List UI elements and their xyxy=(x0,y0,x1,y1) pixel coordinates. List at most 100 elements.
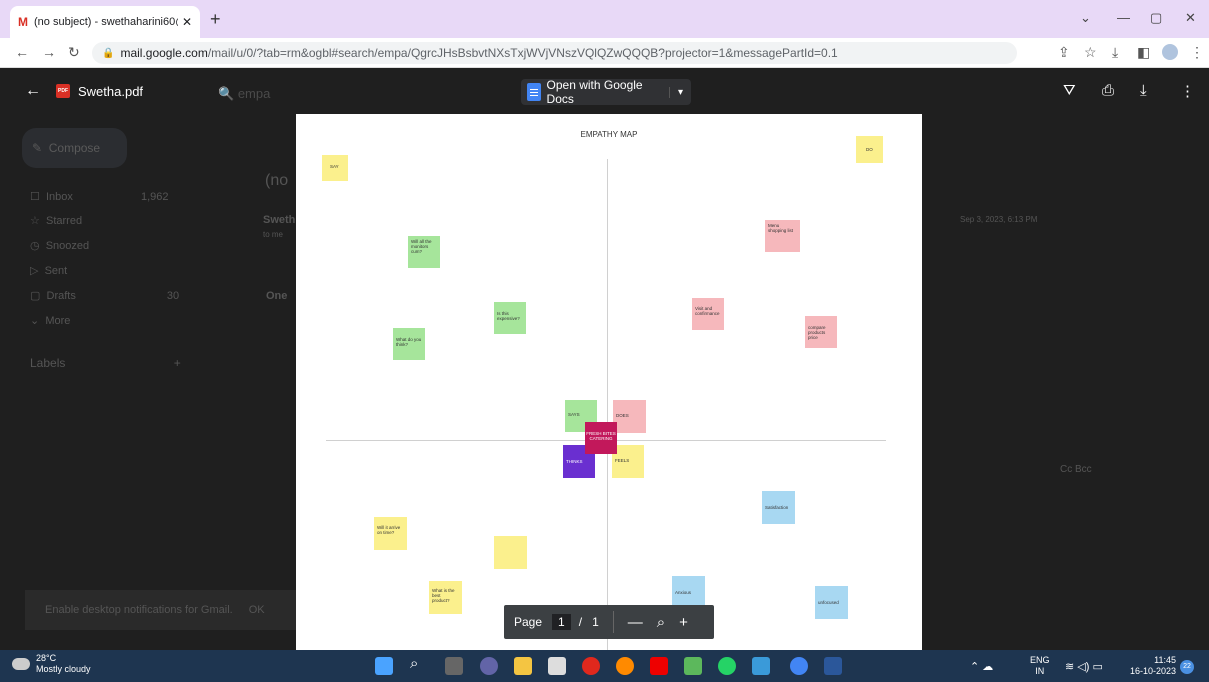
sticky-do: DO xyxy=(856,136,883,163)
sidebar-item-sent[interactable]: ▷ Sent xyxy=(30,264,67,277)
more-options-icon[interactable]: ⋮ xyxy=(1180,82,1195,100)
open-with-docs-button[interactable]: Open with Google Docs ▾ xyxy=(521,78,691,106)
vertical-axis xyxy=(607,159,608,650)
chevron-down-icon[interactable]: ⌄ xyxy=(1080,10,1091,26)
menu-icon[interactable]: ⋮ xyxy=(1190,44,1204,61)
snoozed-label: Snoozed xyxy=(45,240,90,252)
sticky-visit: Visit and confirmance xyxy=(692,298,724,330)
clock[interactable]: 11:45 16-10-2023 xyxy=(1128,655,1176,677)
taskbar: 28°C Mostly cloudy ⌕ ⌃ ☁ ENG IN ≋ ◁) ▭ 11… xyxy=(0,650,1209,682)
sticky-best: What is the best product? xyxy=(429,581,462,614)
more-label: More xyxy=(45,315,71,327)
compose-button[interactable]: ✎ Compose xyxy=(22,128,127,168)
temperature: 28°C xyxy=(36,653,57,663)
add-to-drive-icon[interactable]: ⛛ xyxy=(1063,82,1076,99)
to-me: to me xyxy=(263,230,284,239)
sticky-compare: compare products price xyxy=(805,316,837,348)
whatsapp-icon[interactable] xyxy=(718,657,736,675)
url-path: /mail/u/0/?tab=rm&ogbl#search/empa/QgrcJ… xyxy=(207,46,838,60)
profile-avatar[interactable] xyxy=(1162,44,1178,60)
language-indicator[interactable]: ENG IN xyxy=(1030,655,1050,677)
weather-text: Mostly cloudy xyxy=(36,664,91,674)
youtube-icon[interactable] xyxy=(650,657,668,675)
notification-text: Enable desktop notifications for Gmail. xyxy=(45,604,233,616)
sticky-does: DOES xyxy=(613,400,646,433)
compose-label: Compose xyxy=(48,141,101,155)
minimize-icon[interactable]: — xyxy=(1117,10,1130,25)
opera-icon[interactable] xyxy=(582,657,600,675)
reload-icon[interactable]: ↻ xyxy=(68,44,80,61)
sent-label: Sent xyxy=(44,265,68,277)
zoom-icon[interactable]: ⌕ xyxy=(657,614,665,631)
search-query: empa xyxy=(237,86,271,101)
url-field[interactable]: 🔒 mail.google.com/mail/u/0/?tab=rm&ogbl#… xyxy=(92,42,1017,64)
add-label-icon[interactable]: + xyxy=(174,356,181,370)
firefox-icon[interactable] xyxy=(616,657,634,675)
restore-icon[interactable]: ▢ xyxy=(1150,10,1162,26)
tab-strip: M (no subject) - swethaharini60@g ✕ + ⌄ … xyxy=(0,0,1209,38)
sticky-say: SAY xyxy=(322,155,348,181)
photos-icon[interactable] xyxy=(752,657,770,675)
notif-ok-button[interactable]: OK xyxy=(249,604,265,616)
pdf-file-icon: PDF xyxy=(56,84,70,98)
one-fragment: One xyxy=(266,290,288,302)
sidebar-item-inbox[interactable]: ☐ Inbox 1,962 xyxy=(30,190,169,203)
date: 16-10-2023 xyxy=(1129,666,1176,676)
pdf-page: EMPATHY MAP SAY DO Will all the monitors… xyxy=(296,114,922,650)
file-explorer-icon[interactable] xyxy=(514,657,532,675)
side-panel-icon[interactable]: ◧ xyxy=(1137,44,1150,61)
sidebar-item-starred[interactable]: ☆ Starred xyxy=(30,214,82,227)
zoom-in-icon[interactable]: + xyxy=(679,614,688,631)
tray-icons[interactable]: ⌃ ☁ xyxy=(970,660,993,673)
forward-icon[interactable]: → xyxy=(42,44,56,60)
download-icon[interactable]: ⤓ xyxy=(1112,44,1118,61)
sender-fragment: Sweth xyxy=(263,214,296,226)
task-view-icon[interactable] xyxy=(445,657,463,675)
open-with-label: Open with Google Docs xyxy=(546,78,643,106)
sidebar-item-more[interactable]: ⌄ More xyxy=(30,314,70,327)
dropdown-arrow-icon[interactable]: ▾ xyxy=(668,86,691,98)
page-number-input[interactable]: 1 xyxy=(552,614,571,630)
download-pdf-icon[interactable]: ⤓ xyxy=(1140,82,1147,99)
notification-count-badge[interactable]: 22 xyxy=(1180,660,1194,674)
close-window-icon[interactable]: ✕ xyxy=(1185,10,1196,26)
sticky-monitors: Will all the monitors cum? xyxy=(408,236,440,268)
back-arrow-icon[interactable]: ← xyxy=(25,82,41,100)
notification-banner: Enable desktop notifications for Gmail. O… xyxy=(25,590,305,630)
time: 11:45 xyxy=(1154,655,1176,665)
word-icon[interactable] xyxy=(824,657,842,675)
labels-label: Labels xyxy=(30,356,66,370)
windows-start-icon[interactable] xyxy=(375,657,393,675)
store-icon[interactable] xyxy=(548,657,566,675)
page-total: 1 xyxy=(592,615,599,629)
star-icon[interactable]: ☆ xyxy=(1084,44,1097,61)
page-title: EMPATHY MAP xyxy=(580,130,638,139)
zoom-out-icon[interactable]: — xyxy=(628,614,643,631)
lock-icon: 🔒 xyxy=(102,47,115,59)
sidebar-item-drafts[interactable]: ▢ Drafts 30 xyxy=(30,289,179,302)
starred-label: Starred xyxy=(45,215,83,227)
page-control: Page 1 / 1 — ⌕ + xyxy=(504,605,714,639)
wifi-sound-battery-icons[interactable]: ≋ ◁) ▭ xyxy=(1065,660,1103,673)
address-bar: ← → ↻ 🔒 mail.google.com/mail/u/0/?tab=rm… xyxy=(0,38,1209,68)
sticky-expensive: Is this expensive? xyxy=(494,302,526,334)
browser-tab[interactable]: M (no subject) - swethaharini60@g ✕ xyxy=(10,6,200,38)
gmail-search-text: 🔍 empa xyxy=(218,86,271,101)
teams-icon[interactable] xyxy=(480,657,498,675)
app-icon[interactable] xyxy=(684,657,702,675)
close-tab-icon[interactable]: ✕ xyxy=(182,15,192,29)
sticky-satisfaction: Satisfaction xyxy=(762,491,795,524)
share-icon[interactable]: ⇪ xyxy=(1058,44,1070,61)
page-separator: / xyxy=(578,615,583,629)
google-docs-icon xyxy=(527,83,541,101)
back-icon[interactable]: ← xyxy=(15,44,29,60)
email-date: Sep 3, 2023, 6:13 PM xyxy=(960,215,1038,224)
chrome-icon[interactable] xyxy=(790,657,808,675)
search-icon[interactable]: ⌕ xyxy=(410,655,428,673)
print-icon[interactable]: ⎙ xyxy=(1102,82,1114,99)
sidebar-item-snoozed[interactable]: ◷ Snoozed xyxy=(30,239,89,252)
weather-widget[interactable]: 28°C Mostly cloudy xyxy=(12,653,91,675)
new-tab-icon[interactable]: + xyxy=(210,9,221,30)
cloud-icon xyxy=(12,658,30,670)
inbox-label: Inbox xyxy=(45,191,73,203)
